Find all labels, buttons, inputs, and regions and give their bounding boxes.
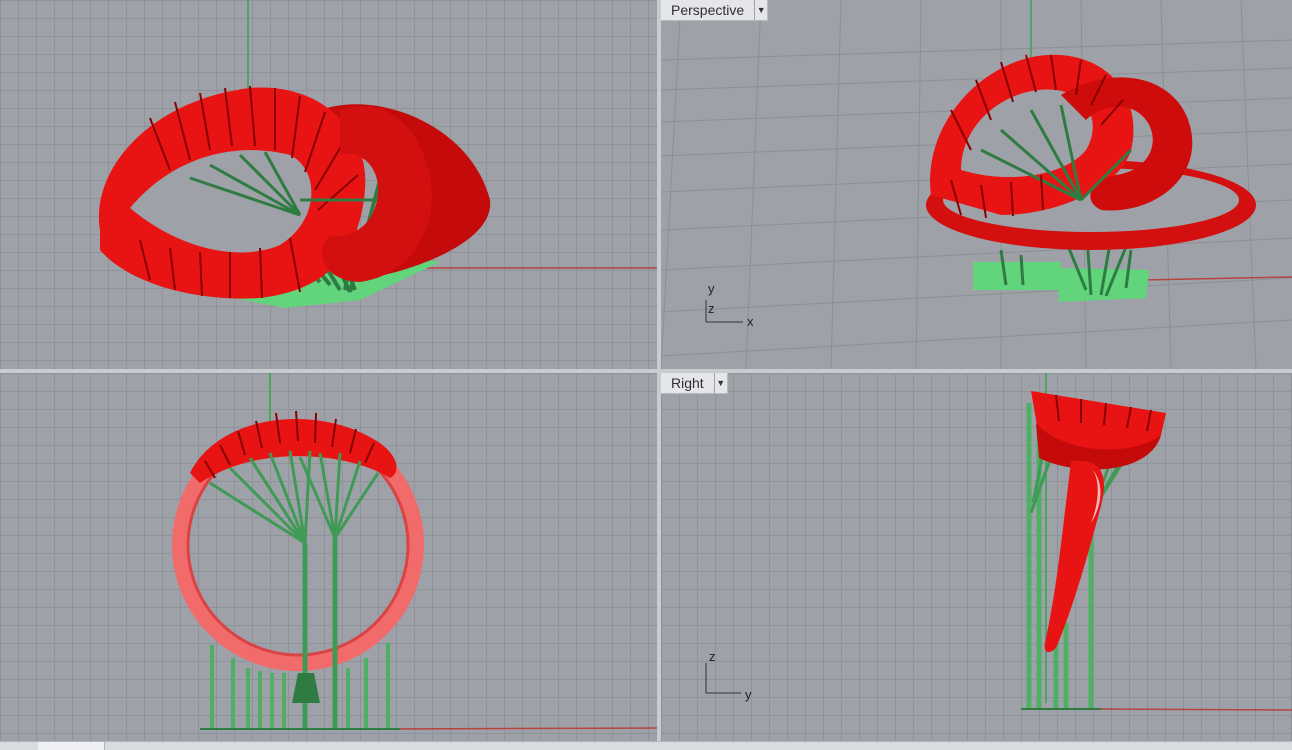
viewport-title-perspective[interactable]: Perspective ▼ — [661, 0, 769, 21]
axis-y-label: y — [708, 281, 715, 296]
support-plate-left — [973, 262, 1061, 290]
chevron-down-icon[interactable]: ▼ — [713, 373, 727, 393]
viewport-name[interactable]: Right — [661, 373, 714, 393]
viewport-right[interactable]: z y Right ▼ — [661, 373, 1292, 741]
chevron-down-icon[interactable]: ▼ — [754, 0, 767, 20]
viewport-title-right[interactable]: Right ▼ — [661, 373, 728, 394]
axis-z-label: z — [709, 649, 716, 664]
axis-x-label: x — [747, 314, 754, 329]
perspective-grid: y z x — [661, 0, 1292, 369]
viewport-top-left[interactable] — [0, 0, 657, 369]
viewport-perspective[interactable]: y z x Perspective ▼ — [661, 0, 1292, 369]
world-x-axis — [389, 727, 657, 730]
axis-z-label: z — [708, 301, 715, 316]
model-scene — [98, 0, 657, 308]
viewport-bottom-left[interactable] — [0, 373, 657, 741]
axis-gizmo — [705, 663, 741, 694]
ring-shank — [1044, 460, 1104, 653]
model-scene — [172, 373, 657, 730]
model-scene: z y — [705, 373, 1292, 711]
world-y-axis — [1100, 708, 1292, 711]
viewport-name[interactable]: Perspective — [661, 0, 754, 20]
axis-y-label: y — [745, 687, 752, 702]
support-base-cone — [292, 673, 320, 703]
